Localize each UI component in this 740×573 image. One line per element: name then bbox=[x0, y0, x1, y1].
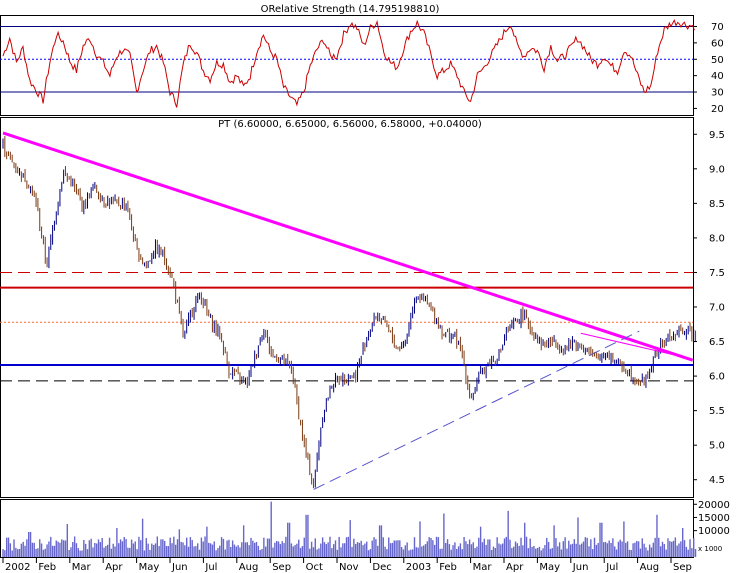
price-title: PT (6.60000, 6.65000, 6.56000, 6.58000, … bbox=[218, 119, 482, 130]
price-tick-label: 5.5 bbox=[709, 406, 725, 417]
x-tick-label: Jul bbox=[204, 562, 217, 573]
x-tick-label: Aug bbox=[239, 562, 259, 573]
price-tick-label: 9.5 bbox=[709, 130, 725, 141]
price-tick-label: 8.5 bbox=[709, 199, 725, 210]
x-axis: 2002 Feb Mar Apr May Jun Jul Aug Sep Oct Nov Dec 200… bbox=[2, 557, 692, 573]
price-frame bbox=[0, 117, 694, 498]
x-tick-label: Jun bbox=[572, 562, 589, 573]
x-tick-label: Feb bbox=[38, 562, 56, 573]
volume-tick-label: 15000 bbox=[698, 513, 730, 524]
rsi-tick-label: 50 bbox=[711, 55, 724, 66]
x-tick-label: Jun bbox=[171, 562, 188, 573]
price-tick-label: 6.0 bbox=[709, 372, 725, 383]
x-tick-label: Sep bbox=[272, 562, 291, 573]
x-tick-label: Feb bbox=[439, 562, 457, 573]
x-tick-label: Apr bbox=[105, 562, 123, 573]
x-tick-label: May bbox=[539, 562, 560, 573]
x-tick-label: Dec bbox=[372, 562, 391, 573]
short-downtrend-line bbox=[580, 332, 692, 360]
price-tick-label: 7.0 bbox=[709, 303, 725, 314]
price-tick-label: 5.0 bbox=[709, 441, 725, 452]
rsi-title: ORelative Strength (14.795198810) bbox=[261, 4, 440, 15]
volume-tick-label: 10000 bbox=[698, 526, 730, 537]
rsi-tick-label: 30 bbox=[711, 88, 724, 99]
downtrend-trendline bbox=[2, 131, 694, 362]
x-tick-label: Nov bbox=[339, 562, 359, 573]
x-tick-label: Apr bbox=[506, 562, 524, 573]
rsi-tick-label: 70 bbox=[711, 22, 724, 33]
price-panel: 4.5 5.0 5.5 6.0 6.5 7.0 7.5 8.0 8.5 9.0 9.5 bbox=[0, 117, 725, 498]
price-tick-label: 9.0 bbox=[709, 164, 725, 175]
rsi-line bbox=[2, 19, 695, 108]
volume-unit-label: x 1000 bbox=[698, 545, 722, 553]
uptrend-trendline bbox=[313, 330, 640, 490]
rsi-tick-label: 40 bbox=[711, 71, 724, 82]
price-tick-label: 7.5 bbox=[709, 268, 725, 279]
price-tick-label: 8.0 bbox=[709, 233, 725, 244]
rsi-tick-label: 20 bbox=[711, 104, 724, 115]
rsi-tick-label: 60 bbox=[711, 38, 724, 49]
price-tick-label: 4.5 bbox=[709, 475, 725, 486]
volume-panel: 10000 15000 20000 bbox=[0, 499, 730, 558]
x-tick-label: Jul bbox=[605, 562, 618, 573]
x-tick-label: Sep bbox=[673, 562, 692, 573]
price-tick-label: 6.5 bbox=[709, 337, 725, 348]
x-tick-label: Mar bbox=[473, 562, 493, 573]
x-tick-label: Aug bbox=[640, 562, 660, 573]
x-tick-label: 2003 bbox=[406, 562, 431, 573]
rsi-panel: 20 30 40 50 60 70 bbox=[0, 15, 724, 116]
x-tick-label: Oct bbox=[306, 562, 323, 573]
volume-tick-label: 20000 bbox=[698, 500, 730, 511]
x-tick-label: May bbox=[139, 562, 160, 573]
x-tick-label: Mar bbox=[72, 562, 92, 573]
stock-chart: 20 30 40 50 60 70 4.5 5.0 5.5 6.0 6.5 7.0 7.5 8.0 8.5… bbox=[0, 4, 730, 573]
x-tick-label: 2002 bbox=[5, 562, 30, 573]
